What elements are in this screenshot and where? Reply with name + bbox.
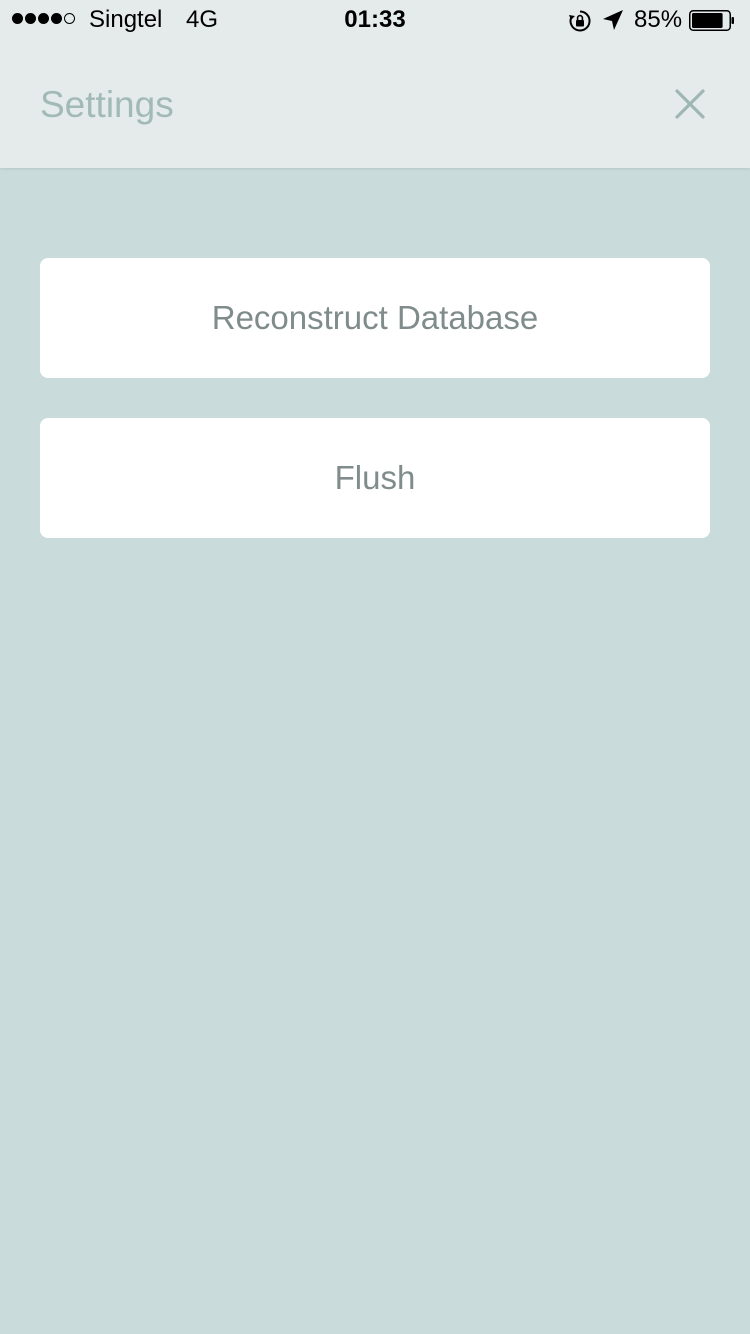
flush-label: Flush: [334, 459, 416, 496]
battery-icon: [689, 10, 734, 31]
battery-percentage: 85%: [634, 6, 683, 33]
navigation-header: Settings: [0, 40, 750, 168]
top-area: Singtel 4G 01:33 85% Settings: [0, 0, 750, 168]
rotation-lock-icon: [569, 10, 591, 32]
close-icon: [675, 89, 705, 119]
location-arrow-icon: [603, 10, 623, 30]
reconstruct-database-button[interactable]: Reconstruct Database: [40, 258, 710, 378]
flush-button[interactable]: Flush: [40, 418, 710, 538]
page-title: Settings: [40, 84, 174, 125]
close-button[interactable]: [668, 82, 712, 126]
status-bar: Singtel 4G 01:33 85%: [0, 0, 750, 40]
reconstruct-database-label: Reconstruct Database: [211, 299, 539, 336]
settings-screen: Singtel 4G 01:33 85% Settings Reconstruc…: [0, 0, 750, 1334]
